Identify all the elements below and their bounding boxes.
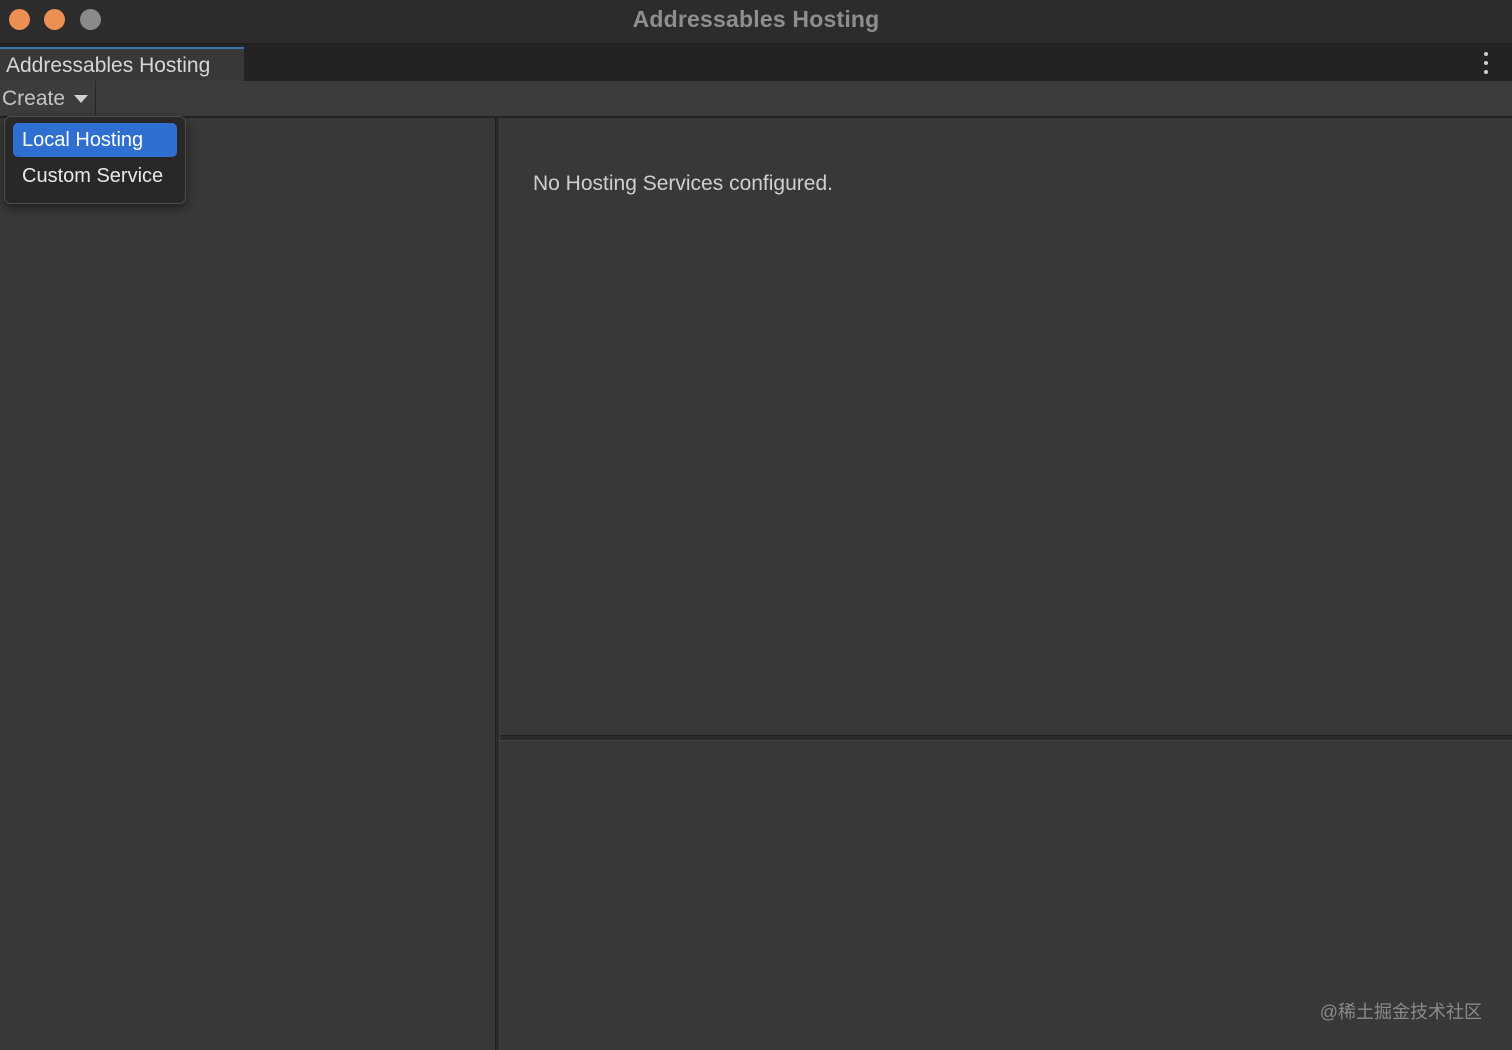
service-details-panel: No Hosting Services configured. — [500, 118, 1512, 735]
create-dropdown-button[interactable]: Create — [0, 81, 96, 116]
toolbar: Create — [0, 81, 1512, 118]
addressables-hosting-window: Addressables Hosting Addressables Hostin… — [0, 0, 1512, 1050]
services-list-panel — [0, 118, 495, 1050]
tab-bar: Addressables Hosting — [0, 44, 1512, 81]
menu-item-label: Local Hosting — [22, 129, 144, 151]
tab-addressables-hosting[interactable]: Addressables Hosting — [0, 47, 244, 81]
menu-item-custom-service[interactable]: Custom Service — [13, 159, 177, 193]
create-label: Create — [2, 87, 66, 110]
window-title: Addressables Hosting — [632, 6, 880, 32]
empty-state-message: No Hosting Services configured. — [533, 172, 833, 195]
menu-item-label: Custom Service — [22, 165, 164, 187]
create-dropdown-menu: Local Hosting Custom Service — [4, 116, 186, 204]
menu-item-local-hosting[interactable]: Local Hosting — [13, 123, 177, 157]
tab-label: Addressables Hosting — [6, 54, 211, 77]
watermark: @稀土掘金技术社区 — [1319, 1002, 1482, 1022]
title-bar: Addressables Hosting — [0, 0, 1512, 44]
more-options-icon[interactable] — [1478, 52, 1494, 74]
triangle-down-icon — [74, 95, 88, 103]
